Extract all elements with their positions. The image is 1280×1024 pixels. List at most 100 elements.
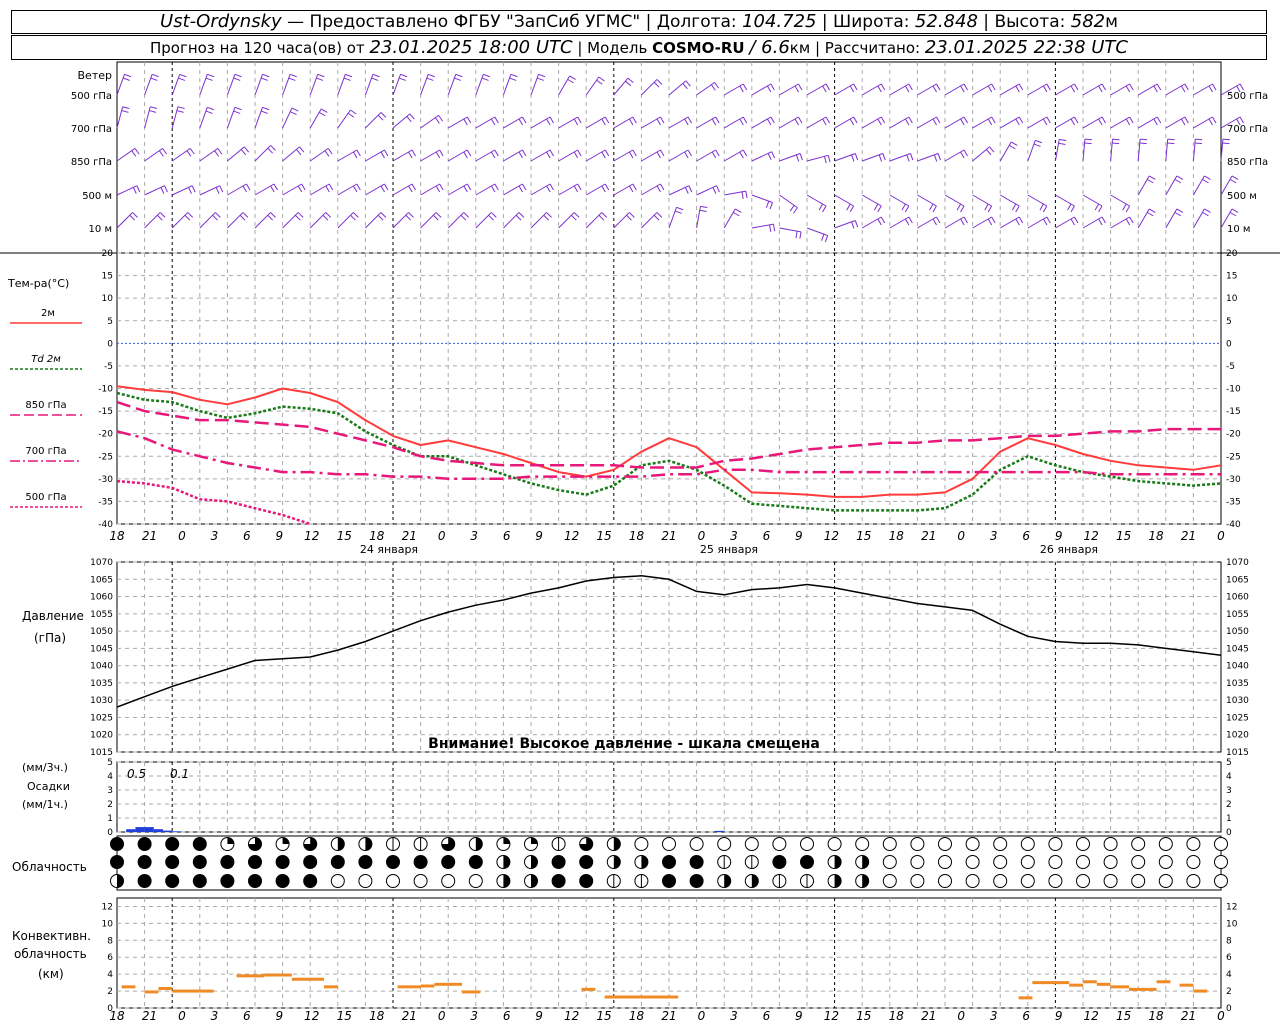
cloud-empty bbox=[1076, 874, 1090, 888]
cloud-cell bbox=[800, 874, 814, 888]
wind-barb bbox=[171, 185, 196, 196]
cloud-full bbox=[165, 874, 180, 888]
cloud-full bbox=[386, 855, 400, 869]
wind-staff bbox=[365, 212, 382, 229]
temp-ytick-left: 10 bbox=[102, 294, 114, 304]
cloud-cell bbox=[606, 855, 621, 869]
wind-barb bbox=[1110, 116, 1134, 129]
wind-staff bbox=[972, 83, 992, 96]
cloud-cell bbox=[441, 837, 456, 851]
conv-segment bbox=[1110, 985, 1129, 989]
wind-staff bbox=[834, 83, 854, 96]
wind-staff bbox=[392, 74, 401, 96]
wind-staff bbox=[337, 149, 358, 162]
cloud-cell bbox=[800, 855, 814, 869]
wind-flag bbox=[960, 118, 965, 126]
cloud-cell bbox=[965, 837, 980, 851]
wind-staff bbox=[999, 194, 1020, 207]
conv-ytick-left: 8 bbox=[107, 936, 113, 946]
wind-flag bbox=[1070, 85, 1075, 93]
cloud-empty bbox=[965, 855, 980, 869]
wind-flag bbox=[438, 115, 444, 122]
wind-staff bbox=[558, 183, 578, 196]
press-ytick-right: 1015 bbox=[1226, 748, 1249, 758]
cloud-cell bbox=[248, 874, 262, 888]
wind-staff bbox=[779, 227, 802, 233]
wind-flag bbox=[1204, 175, 1211, 180]
wind-barb bbox=[503, 183, 527, 196]
wind-flag bbox=[632, 183, 637, 191]
wind-barb bbox=[1165, 83, 1189, 96]
press-ytick-right: 1050 bbox=[1226, 627, 1249, 637]
wind-flag bbox=[546, 212, 552, 218]
temp-ytick-right: -25 bbox=[1226, 452, 1241, 462]
cloud-cell bbox=[1131, 874, 1146, 888]
cloud-cell bbox=[330, 837, 345, 851]
wind-flag bbox=[821, 233, 825, 241]
wind-barb bbox=[668, 80, 691, 96]
cloud-empty bbox=[1048, 837, 1063, 851]
wind-staff bbox=[116, 74, 125, 96]
cloud-full bbox=[248, 874, 262, 888]
wind-flag bbox=[350, 109, 357, 115]
x-tick-conv: 12 bbox=[564, 1009, 579, 1023]
wind-barb bbox=[254, 145, 276, 162]
wind-staff bbox=[999, 116, 1020, 129]
cloud-title: Облачность bbox=[12, 860, 87, 874]
wind-staff bbox=[116, 147, 136, 162]
wind-flag bbox=[932, 118, 937, 126]
wind-flag bbox=[799, 231, 802, 239]
precip-bar bbox=[144, 827, 154, 832]
wind-flag bbox=[538, 73, 546, 78]
wind-flag bbox=[132, 187, 137, 194]
wind-staff bbox=[475, 74, 484, 96]
wind-staff bbox=[392, 212, 409, 229]
wind-flag bbox=[1010, 141, 1018, 146]
wind-flag bbox=[854, 220, 859, 228]
wind-flag bbox=[150, 77, 158, 81]
wind-flag bbox=[910, 153, 914, 161]
legend-850-label: 850 гПа bbox=[25, 400, 66, 411]
press-ytick-left: 1060 bbox=[90, 593, 113, 603]
wind-barb bbox=[972, 194, 993, 213]
wind-flag bbox=[626, 214, 632, 221]
wind-barb bbox=[475, 212, 497, 229]
temp-ytick-right: -30 bbox=[1226, 475, 1241, 485]
wind-flag bbox=[822, 85, 827, 93]
x-tick-conv: 0 bbox=[178, 1009, 186, 1023]
wind-flag bbox=[299, 146, 305, 153]
wind-flag bbox=[1174, 211, 1182, 217]
conv-ytick-left: 0 bbox=[107, 1004, 113, 1014]
x-tick-temp: 9 bbox=[795, 529, 803, 543]
wind-staff bbox=[1082, 116, 1103, 129]
x-tick-conv: 9 bbox=[1055, 1009, 1063, 1023]
wind-barb bbox=[613, 212, 635, 229]
wind-flag bbox=[769, 202, 773, 210]
cloud-cell bbox=[772, 837, 787, 851]
x-tick-temp: 12 bbox=[824, 529, 839, 543]
wind-flag bbox=[270, 212, 276, 218]
wind-flag bbox=[1042, 218, 1048, 226]
press-ytick-right: 1025 bbox=[1226, 713, 1249, 723]
legend-500-label: 500 гПа bbox=[25, 492, 66, 503]
wind-barb bbox=[861, 216, 886, 229]
cloud-half bbox=[751, 874, 759, 888]
cloud-empty bbox=[413, 874, 428, 888]
cloud-full bbox=[551, 874, 566, 888]
wind-staff bbox=[1137, 175, 1150, 196]
wind-staff bbox=[392, 113, 411, 129]
wind-barb bbox=[806, 227, 829, 243]
conv-segment bbox=[581, 987, 596, 991]
cloud-cell bbox=[496, 837, 511, 851]
wind-staff bbox=[365, 183, 385, 196]
wind-flag bbox=[260, 110, 268, 114]
x-tick-conv: 3 bbox=[730, 1009, 738, 1023]
wind-flag bbox=[963, 116, 968, 124]
wind-flag bbox=[549, 149, 554, 157]
wind-barb bbox=[365, 212, 387, 229]
wind-staff bbox=[475, 212, 492, 229]
wind-flag bbox=[490, 118, 496, 126]
precip-ytick-left: 0 bbox=[107, 828, 113, 838]
wind-flag bbox=[937, 153, 941, 161]
wind-barb bbox=[751, 116, 775, 129]
